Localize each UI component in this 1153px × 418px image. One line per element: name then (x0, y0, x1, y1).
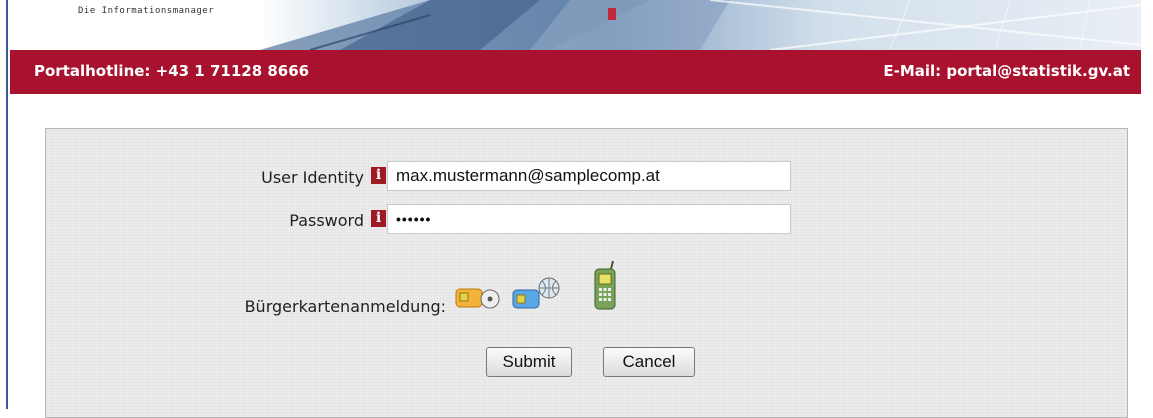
window-left-edge (0, 0, 8, 409)
password-input[interactable]: •••••• (387, 204, 791, 234)
login-panel: User Identity i max.mustermann@samplecom… (45, 128, 1128, 418)
user-identity-input[interactable]: max.mustermann@samplecomp.at (387, 161, 791, 191)
portal-hotline: Portalhotline: +43 1 71128 8666 (34, 62, 310, 80)
brand-tagline: Die Informationsmanager (78, 6, 215, 16)
portal-email: E-Mail: portal@statistik.gv.at (883, 62, 1130, 80)
online-card-icon[interactable] (511, 274, 563, 314)
mobile-phone-signature-icon[interactable] (591, 259, 621, 313)
cancel-button[interactable]: Cancel (603, 347, 695, 377)
submit-button[interactable]: Submit (486, 347, 572, 377)
password-label: Password (289, 211, 364, 230)
password-info-icon[interactable]: i (371, 210, 386, 227)
user-identity-label: User Identity (261, 168, 364, 187)
user-identity-info-icon[interactable]: i (371, 167, 386, 184)
header-banner: Die Informationsmanager (10, 0, 1141, 50)
contact-bar: Portalhotline: +43 1 71128 8666 E-Mail: … (10, 50, 1141, 94)
buergerkarte-label: Bürgerkartenanmeldung: (244, 297, 446, 316)
card-reader-cd-icon[interactable] (455, 279, 501, 313)
